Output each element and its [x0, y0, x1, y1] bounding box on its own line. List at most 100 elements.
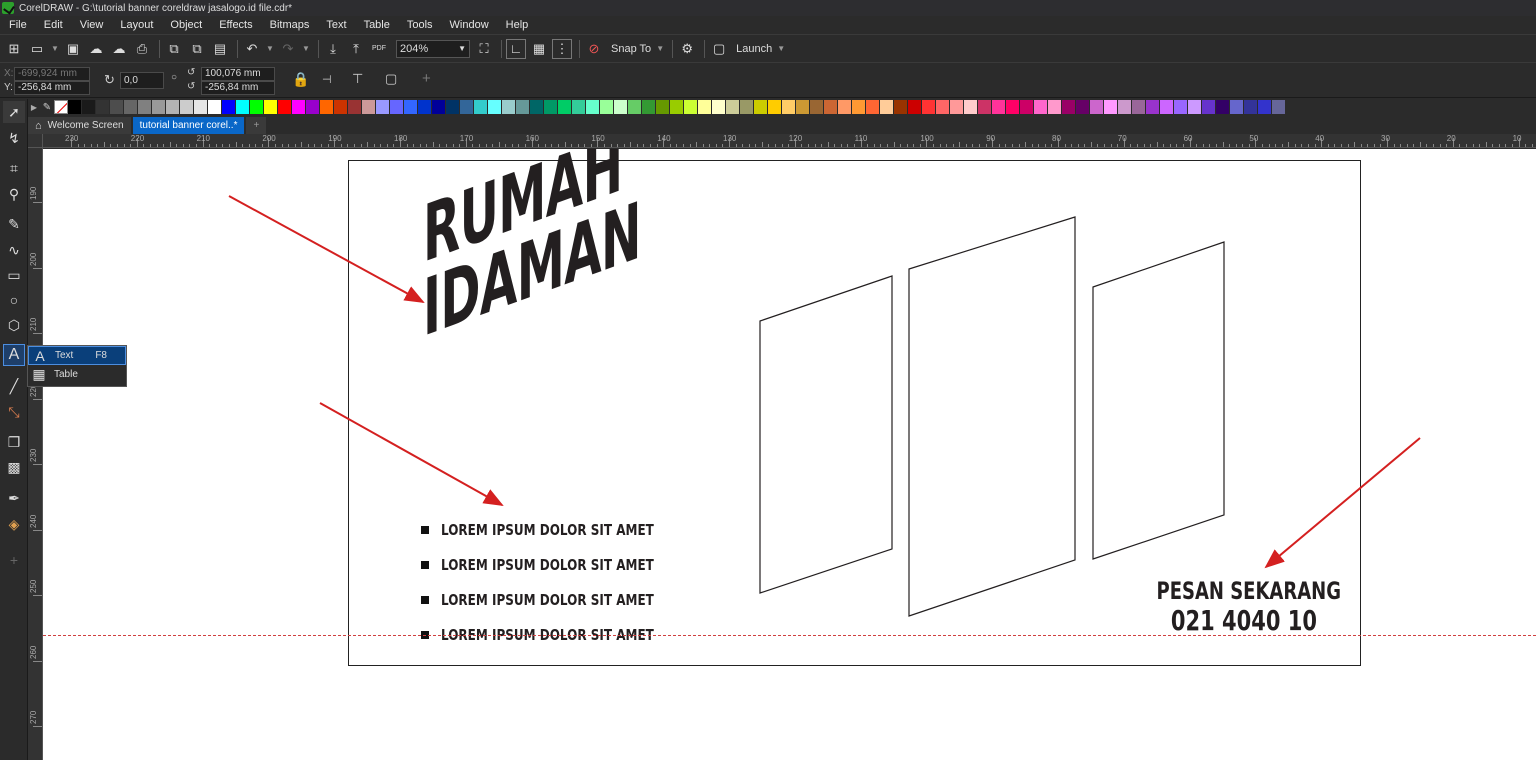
palette-swatch[interactable]	[754, 100, 768, 114]
ellipse-tool-icon[interactable]: ○	[3, 289, 25, 311]
palette-swatch[interactable]	[866, 100, 880, 114]
palette-swatch[interactable]	[96, 100, 110, 114]
shape-tool-icon[interactable]: ↯	[3, 127, 25, 149]
palette-swatch[interactable]	[264, 100, 278, 114]
menu-edit[interactable]: Edit	[44, 19, 63, 31]
palette-swatch[interactable]	[488, 100, 502, 114]
launch-dropdown-icon[interactable]: ▼	[776, 39, 786, 59]
palette-swatch[interactable]	[1104, 100, 1118, 114]
palette-swatch[interactable]	[642, 100, 656, 114]
palette-swatch[interactable]	[138, 100, 152, 114]
print-icon[interactable]: ⎙	[132, 39, 152, 59]
eyedropper-tool-icon[interactable]: ✒	[3, 487, 25, 509]
palette-swatch[interactable]	[1090, 100, 1104, 114]
horizontal-ruler[interactable]: 230 220 210 200 190 180 170 160 150 140 130 120 110 1…	[43, 134, 1536, 148]
palette-swatch[interactable]	[768, 100, 782, 114]
connector-tool-icon[interactable]: ⤡	[3, 401, 25, 423]
palette-swatch[interactable]	[824, 100, 838, 114]
flyout-item-table[interactable]: ▦ Table	[28, 365, 126, 384]
zoom-tool-icon[interactable]: ⚲	[3, 183, 25, 205]
palette-swatch[interactable]	[348, 100, 362, 114]
menu-object[interactable]: Object	[170, 19, 202, 31]
crop-tool-icon[interactable]: ⌗	[3, 157, 25, 179]
palette-swatch[interactable]	[726, 100, 740, 114]
palette-swatch[interactable]	[1146, 100, 1160, 114]
lock-icon[interactable]: 🔒	[292, 71, 309, 88]
palette-swatch[interactable]	[544, 100, 558, 114]
open-dropdown-icon[interactable]: ▼	[50, 39, 60, 59]
eyedropper-palette-icon[interactable]: ✎	[40, 102, 54, 113]
palette-swatch[interactable]	[460, 100, 474, 114]
palette-swatch[interactable]	[418, 100, 432, 114]
end-angle-field[interactable]: -256,84 mm	[201, 81, 275, 95]
undo-icon[interactable]: ↶	[242, 39, 262, 59]
redo-icon[interactable]: ↷	[278, 39, 298, 59]
palette-swatch[interactable]	[82, 100, 96, 114]
drop-shadow-tool-icon[interactable]: ❐	[3, 431, 25, 453]
palette-swatch[interactable]	[698, 100, 712, 114]
import-icon[interactable]: ⤓	[323, 39, 343, 59]
redo-dropdown-icon[interactable]: ▼	[301, 39, 311, 59]
palette-swatch[interactable]	[1020, 100, 1034, 114]
palette-swatch[interactable]	[530, 100, 544, 114]
horizontal-guideline[interactable]	[43, 635, 1536, 636]
menu-effects[interactable]: Effects	[219, 19, 252, 31]
no-color-swatch[interactable]	[54, 100, 68, 114]
palette-swatch[interactable]	[600, 100, 614, 114]
palette-swatch[interactable]	[1006, 100, 1020, 114]
menu-window[interactable]: Window	[450, 19, 489, 31]
photo-frame-right[interactable]	[1092, 241, 1225, 560]
palette-scroll-left-icon[interactable]: ▶	[28, 103, 40, 112]
palette-swatch[interactable]	[194, 100, 208, 114]
paste-icon[interactable]: ▤	[210, 39, 230, 59]
palette-swatch[interactable]	[390, 100, 404, 114]
palette-swatch[interactable]	[404, 100, 418, 114]
rotation-angle-field[interactable]: 0,0	[120, 72, 164, 89]
palette-swatch[interactable]	[124, 100, 138, 114]
launch-button[interactable]: Launch	[736, 43, 772, 55]
freehand-tool-icon[interactable]: ✎	[3, 213, 25, 235]
palette-swatch[interactable]	[180, 100, 194, 114]
palette-swatch[interactable]	[1174, 100, 1188, 114]
palette-swatch[interactable]	[782, 100, 796, 114]
drawing-canvas[interactable]: RUMAH IDAMAN LOREM IPSUM DOLOR SIT AMET …	[43, 149, 1536, 760]
palette-swatch[interactable]	[152, 100, 166, 114]
photo-frame-left[interactable]	[759, 275, 893, 594]
show-grid-icon[interactable]: ▦	[529, 39, 549, 59]
parallel-dimension-tool-icon[interactable]: ╱	[3, 375, 25, 397]
menu-bitmaps[interactable]: Bitmaps	[270, 19, 310, 31]
palette-swatch[interactable]	[208, 100, 222, 114]
ruler-corner[interactable]	[28, 134, 43, 148]
zoom-level-dropdown[interactable]: 204% ▼	[396, 39, 470, 58]
palette-swatch[interactable]	[1076, 100, 1090, 114]
cloud-upload-icon[interactable]: ☁	[86, 39, 106, 59]
palette-swatch[interactable]	[838, 100, 852, 114]
export-icon[interactable]: ⤒	[346, 39, 366, 59]
palette-swatch[interactable]	[586, 100, 600, 114]
pick-tool-icon[interactable]: ➚	[3, 101, 25, 123]
new-tab-button[interactable]: +	[246, 117, 267, 134]
palette-swatch[interactable]	[1118, 100, 1132, 114]
palette-swatch[interactable]	[278, 100, 292, 114]
copy-icon[interactable]: ⧉	[187, 39, 207, 59]
palette-swatch[interactable]	[110, 100, 124, 114]
artistic-media-tool-icon[interactable]: ∿	[3, 239, 25, 261]
palette-swatch[interactable]	[474, 100, 488, 114]
palette-swatch[interactable]	[68, 100, 82, 114]
palette-swatch[interactable]	[922, 100, 936, 114]
palette-swatch[interactable]	[810, 100, 824, 114]
menu-file[interactable]: File	[9, 19, 27, 31]
options-gear-icon[interactable]: ⚙	[677, 39, 697, 59]
palette-swatch[interactable]	[964, 100, 978, 114]
palette-swatch[interactable]	[292, 100, 306, 114]
palette-swatch[interactable]	[936, 100, 950, 114]
undo-dropdown-icon[interactable]: ▼	[265, 39, 275, 59]
photo-frame-center[interactable]	[908, 216, 1076, 617]
palette-swatch[interactable]	[684, 100, 698, 114]
palette-swatch[interactable]	[1202, 100, 1216, 114]
x-position-field[interactable]: -699,924 mm	[14, 67, 90, 81]
palette-swatch[interactable]	[334, 100, 348, 114]
palette-swatch[interactable]	[1258, 100, 1272, 114]
frame-icon[interactable]: ▢	[385, 71, 397, 87]
palette-swatch[interactable]	[250, 100, 264, 114]
